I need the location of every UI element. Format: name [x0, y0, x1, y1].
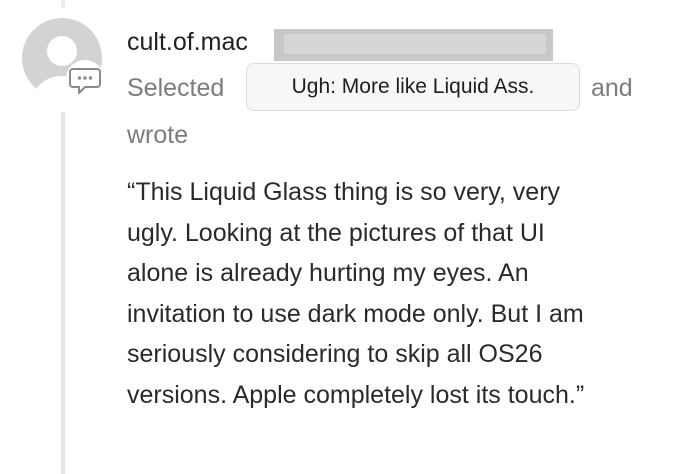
quote-line: invitation to use dark mode only. But I …	[127, 299, 584, 328]
quote-line: seriously considering to skip all OS26	[127, 340, 543, 368]
username[interactable]: cult.of.mac	[127, 26, 248, 58]
quote-line: alone is already hurting my eyes. An	[127, 259, 529, 287]
thread-connector-top	[61, 0, 65, 8]
highlight-tag[interactable]: Ugh: More like Liquid Ass.	[246, 63, 580, 111]
action-and-label: and	[591, 74, 633, 102]
thread-line	[61, 112, 65, 474]
action-selected-label: Selected	[127, 74, 225, 102]
quote-text: “This Liquid Glass thing is so very, ver…	[127, 172, 667, 415]
action-wrote-label: wrote	[127, 121, 189, 149]
quote-line: “This Liquid Glass thing is so very, ver…	[127, 178, 561, 206]
redacted-area-inner	[284, 34, 546, 54]
quote-line: versions. Apple completely lost its touc…	[127, 380, 585, 409]
comment-bubble-icon	[66, 60, 104, 98]
comment-badge	[64, 60, 106, 98]
quote-line: ugly. Looking at the pictures of that UI	[127, 218, 545, 247]
